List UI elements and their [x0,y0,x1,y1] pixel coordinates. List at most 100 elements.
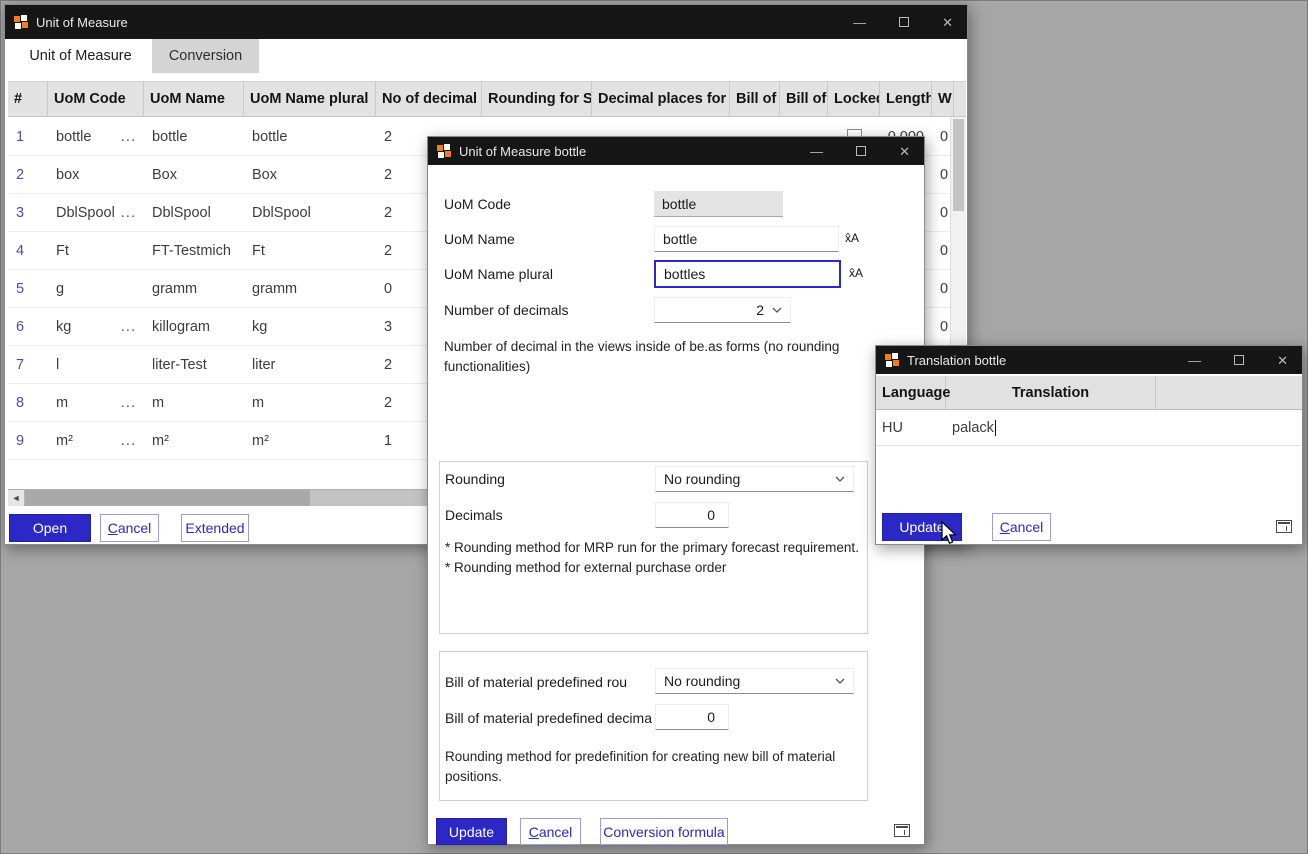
cell: m²... [48,422,144,459]
number-of-decimals-label: Number of decimals [444,302,569,318]
extended-button[interactable]: Extended [181,514,249,542]
cell: l [48,346,144,383]
cell: 9 [8,422,48,459]
cell: FT-Testmich [144,232,244,269]
ellipsis-button[interactable]: ... [121,395,136,411]
close-icon[interactable]: ✕ [1277,354,1288,367]
maximize-icon[interactable] [856,146,866,156]
horizontal-scrollbar-thumb[interactable] [25,490,310,506]
app-logo-icon [14,15,28,29]
uom-name-field[interactable]: bottle [654,226,839,252]
cell: m [244,384,376,421]
cell: 4 [8,232,48,269]
cell: 2 [8,156,48,193]
ellipsis-button[interactable]: ... [121,319,136,335]
vertical-scrollbar-thumb[interactable] [953,119,964,211]
ellipsis-button[interactable]: ... [121,433,136,449]
conversion-formula-button[interactable]: Conversion formula [600,818,728,845]
uom-name-plural-label: UoM Name plural [444,266,553,282]
cell: 7 [8,346,48,383]
form-settings-icon[interactable] [1276,520,1292,533]
column-header[interactable]: W [932,82,954,116]
column-header[interactable]: # [8,82,48,116]
maximize-icon[interactable] [1234,355,1244,365]
cell: kg... [48,308,144,345]
translate-icon[interactable]: x̂A [849,266,863,280]
code-text: box [56,167,79,183]
code-text: g [56,281,64,297]
cell: kg [244,308,376,345]
decimals-hint-text: Number of decimal in the views inside of… [444,337,844,376]
minimize-icon[interactable]: — [1188,354,1201,367]
column-header[interactable]: No of decimal p [376,82,482,116]
column-header[interactable]: Locked [828,82,880,116]
cancel-button[interactable]: Cancel [992,513,1051,541]
tab-conversion[interactable]: Conversion [152,39,259,73]
rounding-select[interactable]: No rounding [655,466,854,492]
column-header-translation[interactable]: Translation [946,376,1156,409]
translation-dialog-titlebar[interactable]: Translation bottle — ✕ [876,346,1302,374]
bom-rounding-select[interactable]: No rounding [655,668,854,694]
number-of-decimals-select[interactable]: 2 [654,297,791,323]
cell: liter [244,346,376,383]
maximize-icon[interactable] [899,17,909,27]
cell: killogram [144,308,244,345]
update-button[interactable]: Update [882,513,962,541]
cell: 8 [8,384,48,421]
uom-name-plural-field[interactable]: bottles [654,260,841,288]
cell: DblSpool [244,194,376,231]
scroll-left-icon[interactable]: ◄ [8,490,25,506]
translation-cell[interactable]: palack [946,410,1002,445]
uom-code-field: bottle [654,191,783,217]
open-button[interactable]: Open [9,514,91,542]
code-text: Ft [56,243,69,259]
column-header[interactable]: Rounding for Sc [482,82,592,116]
cell: 5 [8,270,48,307]
cell: m [144,384,244,421]
decimals-label: Decimals [445,507,503,523]
uom-detail-dialog: Unit of Measure bottle — ✕ UoM Code bott… [427,136,925,845]
cell: DblSpool [144,194,244,231]
tab-unit-of-measure[interactable]: Unit of Measure [9,39,152,73]
cell: gramm [244,270,376,307]
ellipsis-button[interactable]: ... [121,205,136,221]
bom-rounding-label: Bill of material predefined rou [445,674,652,690]
cell: Ft [48,232,144,269]
cancel-button[interactable]: Cancel [520,818,581,845]
close-icon[interactable]: ✕ [899,145,910,158]
translate-icon[interactable]: x̂A [845,231,859,245]
update-button[interactable]: Update [436,818,507,845]
language-cell: HU [876,410,946,445]
column-header-language[interactable]: Language [876,376,946,409]
select-value: 2 [756,302,772,318]
desktop: Unit of Measure — ✕ Unit of Measure Conv… [0,0,1308,854]
bom-decimals-label: Bill of material predefined decimal [445,710,652,726]
column-header[interactable]: Bill of l [780,82,828,116]
column-header[interactable]: Bill of l [730,82,780,116]
cell: Box [244,156,376,193]
ellipsis-button[interactable]: ... [121,129,136,145]
column-header[interactable]: Decimal places for s [592,82,730,116]
rounding-label: Rounding [445,471,505,487]
main-titlebar[interactable]: Unit of Measure — ✕ [5,5,967,39]
decimals-field[interactable]: 0 [655,502,729,528]
column-header[interactable]: Length [880,82,932,116]
column-header[interactable]: UoM Name plural [244,82,376,116]
uom-code-label: UoM Code [444,196,511,212]
column-header[interactable]: UoM Code [48,82,144,116]
cell: bottle [244,118,376,155]
cell: DblSpool... [48,194,144,231]
close-icon[interactable]: ✕ [942,16,953,29]
cell: Box [144,156,244,193]
translation-row[interactable]: HU palack [876,410,1302,446]
minimize-icon[interactable]: — [853,16,866,29]
cell: bottle [144,118,244,155]
app-logo-icon [885,353,899,367]
column-header[interactable]: UoM Name [144,82,244,116]
form-settings-icon[interactable] [894,824,910,837]
column-header-empty [1156,376,1302,409]
cancel-button[interactable]: Cancel [100,514,159,542]
minimize-icon[interactable]: — [810,145,823,158]
bom-decimals-field[interactable]: 0 [655,704,729,730]
uom-dialog-titlebar[interactable]: Unit of Measure bottle — ✕ [428,137,924,165]
